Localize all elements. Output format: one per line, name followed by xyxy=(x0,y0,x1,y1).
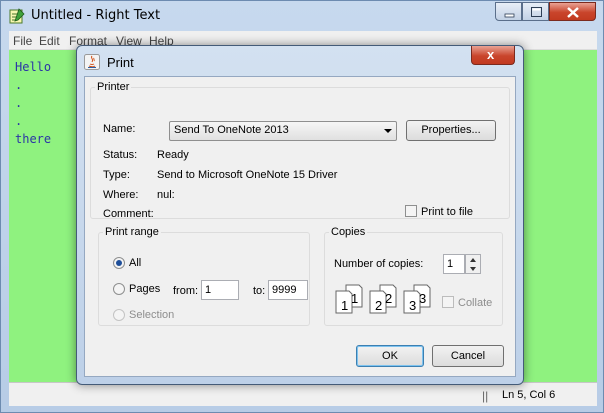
all-radio[interactable] xyxy=(113,257,125,269)
collate-page-label: 1 xyxy=(341,298,348,313)
close-icon: x xyxy=(487,47,495,62)
copies-group-label: Copies xyxy=(331,226,366,238)
close-icon xyxy=(567,7,579,18)
chevron-down-icon xyxy=(384,129,392,133)
java-icon xyxy=(84,54,100,70)
copies-input[interactable]: 1 xyxy=(443,254,465,274)
maximize-button[interactable] xyxy=(522,2,549,21)
pages-label[interactable]: Pages xyxy=(129,283,160,295)
dialog-title: Print xyxy=(107,55,134,70)
ok-button[interactable]: OK xyxy=(356,345,424,367)
selection-radio[interactable] xyxy=(113,309,125,321)
collate-pages-icon: 1 1 2 2 3 3 xyxy=(335,284,431,314)
collate-page-label: 3 xyxy=(419,291,426,306)
cancel-button[interactable]: Cancel xyxy=(432,345,504,367)
collate-page-label: 2 xyxy=(385,291,392,306)
status-value: Ready xyxy=(157,149,189,161)
printer-name-label: Name: xyxy=(103,123,136,135)
menu-edit[interactable]: Edit xyxy=(39,34,60,48)
spin-up-icon[interactable] xyxy=(470,258,476,262)
from-input[interactable]: 1 xyxy=(201,280,239,300)
copies-spinner[interactable] xyxy=(465,254,481,274)
type-label: Type: xyxy=(103,169,130,181)
print-to-file-label[interactable]: Print to file xyxy=(421,206,473,218)
number-of-copies-label: Number of copies: xyxy=(334,258,424,270)
dialog-close-button[interactable]: x xyxy=(471,46,515,65)
print-range-group-label: Print range xyxy=(105,226,159,238)
minimize-icon xyxy=(504,13,515,18)
from-label: from: xyxy=(173,285,199,297)
window-title: Untitled - Right Text xyxy=(31,8,161,23)
comment-label: Comment: xyxy=(103,208,154,220)
status-label: Status: xyxy=(103,149,138,161)
print-range-group: Print range All Pages from: 1 to: 9999 S… xyxy=(98,226,310,326)
print-to-file-checkbox[interactable] xyxy=(405,205,417,217)
maximize-icon xyxy=(531,7,542,17)
where-value: nul: xyxy=(157,189,175,201)
to-label: to: xyxy=(253,285,266,297)
to-input[interactable]: 9999 xyxy=(268,280,308,300)
notepad-icon xyxy=(9,8,25,24)
collate-checkbox[interactable] xyxy=(442,296,454,308)
menu-file[interactable]: File xyxy=(13,34,32,48)
cursor-position: Ln 5, Col 6 xyxy=(502,389,556,401)
status-separator: || xyxy=(482,389,489,403)
all-label[interactable]: All xyxy=(129,257,141,269)
status-bar: || Ln 5, Col 6 xyxy=(9,382,597,406)
collate-page-label: 1 xyxy=(351,291,358,306)
selection-label[interactable]: Selection xyxy=(129,309,174,321)
collate-label[interactable]: Collate xyxy=(458,297,492,309)
pages-radio[interactable] xyxy=(113,283,125,295)
type-value: Send to Microsoft OneNote 15 Driver xyxy=(157,169,338,181)
window-close-button[interactable] xyxy=(549,2,596,21)
printer-name-select[interactable]: Send To OneNote 2013 xyxy=(169,121,397,141)
printer-group: Printer Name: Send To OneNote 2013 Prope… xyxy=(90,81,510,220)
print-dialog: Print x Printer Name: Send To OneNote 20… xyxy=(76,45,524,385)
minimize-button[interactable] xyxy=(495,2,522,21)
collate-page-label: 3 xyxy=(409,298,416,313)
where-label: Where: xyxy=(103,189,139,201)
printer-name-value: Send To OneNote 2013 xyxy=(174,124,289,136)
title-bar: Untitled - Right Text xyxy=(1,1,603,31)
printer-group-label: Printer xyxy=(97,81,130,93)
spin-down-icon[interactable] xyxy=(470,267,476,271)
collate-page-label: 2 xyxy=(375,298,382,313)
dialog-body: Printer Name: Send To OneNote 2013 Prope… xyxy=(84,76,516,377)
properties-button[interactable]: Properties... xyxy=(406,120,496,141)
